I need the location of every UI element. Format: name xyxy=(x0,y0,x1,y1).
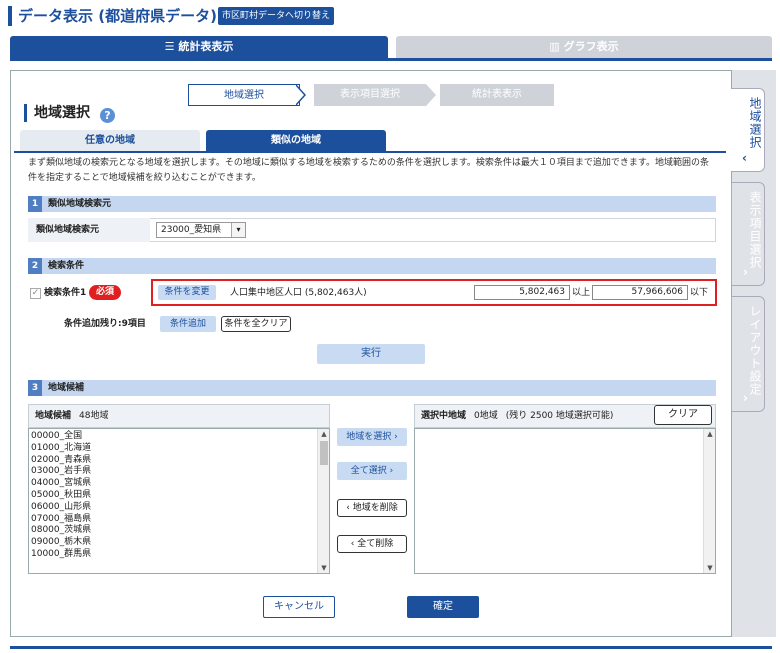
page-title: データ表示 (都道府県データ) xyxy=(18,7,217,25)
delete-all-label: 全て削除 xyxy=(357,539,394,549)
min-unit: 以上 xyxy=(572,288,591,298)
section-number: 2 xyxy=(28,258,42,274)
chevron-right-icon: › xyxy=(743,265,749,279)
tab-any-region[interactable]: 任意の地域 xyxy=(20,130,200,152)
candidate-list[interactable]: 00000_全国 01000_北海道 02000_青森県 03000_岩手県 04000… xyxy=(28,428,330,574)
section-number: 3 xyxy=(28,380,42,396)
add-condition-button[interactable]: 条件追加 xyxy=(160,316,216,332)
chevron-right-icon: › xyxy=(743,391,749,405)
select-region-button[interactable]: 地域を選択 › xyxy=(337,428,407,446)
list-item[interactable]: 08000_茨城県 xyxy=(31,525,329,537)
select-region-label: 地域を選択 xyxy=(346,432,392,442)
tab-statistics-table-label: 統計表表示 xyxy=(178,40,234,53)
section-accent-bar xyxy=(24,104,27,122)
list-item[interactable]: 04000_宮城県 xyxy=(31,478,329,490)
step-table-display: 統計表表示 xyxy=(440,84,554,106)
section-header-label: 地域候補 xyxy=(48,383,85,393)
clear-selected-button[interactable]: クリア xyxy=(654,405,712,425)
chevron-left-icon: ‹ xyxy=(346,503,350,513)
scroll-up-icon[interactable]: ▲ xyxy=(318,429,330,439)
selected-list[interactable]: ▲ ▼ xyxy=(414,428,716,574)
section-header-search-conditions: 2 検索条件 xyxy=(28,258,716,274)
bar-chart-icon: ▥ xyxy=(549,40,564,53)
delete-region-button[interactable]: ‹ 地域を削除 xyxy=(337,499,407,517)
chevron-right-icon: › xyxy=(389,466,394,476)
side-tab-items-label: 表示項目選択 xyxy=(748,191,762,269)
delete-region-label: 地域を削除 xyxy=(352,503,398,513)
tab-divider xyxy=(10,58,772,61)
cancel-button[interactable]: キャンセル xyxy=(263,596,335,618)
list-item[interactable]: 01000_北海道 xyxy=(31,443,329,455)
required-badge: 必須 xyxy=(89,285,121,300)
tab-graph[interactable]: ▥ グラフ表示 xyxy=(396,36,772,58)
chevron-right-icon: › xyxy=(394,432,398,442)
condition-checkbox[interactable]: ✓ xyxy=(30,288,41,299)
section-title: 地域選択 xyxy=(34,105,90,121)
tab-similar-region[interactable]: 類似の地域 xyxy=(206,130,386,152)
table-icon: ☰ xyxy=(164,40,179,53)
subtab-divider xyxy=(14,151,726,153)
step-arrow xyxy=(426,84,436,106)
scrollbar[interactable]: ▲ ▼ xyxy=(703,429,715,573)
select-all-label: 全て選択 xyxy=(350,466,387,476)
list-item[interactable]: 00000_全国 xyxy=(31,431,329,443)
tab-statistics-table[interactable]: ☰ 統計表表示 xyxy=(10,36,388,58)
max-unit: 以下 xyxy=(690,288,709,298)
step-arrow-inner xyxy=(295,85,304,105)
tab-graph-label: グラフ表示 xyxy=(563,40,619,53)
clear-conditions-button[interactable]: 条件を全クリア xyxy=(221,316,291,332)
side-tab-layout[interactable]: レイアウト設定 › xyxy=(731,296,765,412)
delete-all-button[interactable]: ‹ 全て削除 xyxy=(337,535,407,553)
list-item[interactable]: 06000_山形県 xyxy=(31,502,329,514)
scroll-up-icon[interactable]: ▲ xyxy=(704,429,716,439)
condition-text: 人口集中地区人口 (5,802,463人) xyxy=(230,288,367,298)
source-select-value: 23000_愛知県 xyxy=(161,225,222,235)
candidate-count: 48地域 xyxy=(79,411,109,421)
scroll-thumb[interactable] xyxy=(320,441,328,465)
source-label: 類似地域検索元 xyxy=(28,218,150,242)
section-header-similar-source: 1 類似地域検索元 xyxy=(28,196,716,212)
chevron-left-icon: ‹ xyxy=(350,539,355,549)
section-header-label: 類似地域検索元 xyxy=(48,199,112,209)
selected-list-title: 選択中地域 xyxy=(421,411,467,421)
list-item[interactable]: 03000_岩手県 xyxy=(31,466,329,478)
execute-button[interactable]: 実行 xyxy=(317,344,425,364)
chevron-left-icon: ‹ xyxy=(742,151,748,165)
step-region-select: 地域選択 xyxy=(188,84,300,106)
confirm-button[interactable]: 確定 xyxy=(407,596,479,618)
selected-remaining: (残り 2500 地域選択可能) xyxy=(505,411,614,421)
change-condition-button[interactable]: 条件を変更 xyxy=(158,285,216,300)
switch-municipal-button[interactable]: 市区町村データへ切り替え xyxy=(218,7,335,25)
max-value-input[interactable]: 57,966,606 xyxy=(592,285,688,300)
candidate-list-title: 地域候補 xyxy=(35,411,72,421)
scroll-down-icon[interactable]: ▼ xyxy=(318,563,330,573)
list-item[interactable]: 09000_栃木県 xyxy=(31,537,329,549)
candidate-list-header: 地域候補 48地域 xyxy=(28,404,330,428)
scroll-down-icon[interactable]: ▼ xyxy=(704,563,716,573)
remaining-conditions: 条件追加残り:9項目 xyxy=(64,319,146,329)
description: まず類似地域の検索元となる地域を選択します。その地域に類似する地域を検索するため… xyxy=(28,158,710,183)
section-header-candidates: 3 地域候補 xyxy=(28,380,716,396)
list-item[interactable]: 07000_福島県 xyxy=(31,514,329,526)
title-accent-bar xyxy=(8,6,12,26)
side-tab-region[interactable]: 地域選択 ‹ xyxy=(731,88,765,172)
side-tab-items[interactable]: 表示項目選択 › xyxy=(731,182,765,286)
step-item-select: 表示項目選択 xyxy=(314,84,426,106)
selected-count: 0地域 xyxy=(474,411,498,421)
section-number: 1 xyxy=(28,196,42,212)
condition-label: 検索条件1 xyxy=(44,288,87,298)
select-all-button[interactable]: 全て選択 › xyxy=(337,462,407,480)
section-header-label: 検索条件 xyxy=(48,261,85,271)
bottom-divider xyxy=(10,646,772,649)
chevron-down-icon: ▾ xyxy=(231,223,245,237)
help-icon[interactable]: ? xyxy=(100,108,115,123)
list-item[interactable]: 05000_秋田県 xyxy=(31,490,329,502)
source-select[interactable]: 23000_愛知県 ▾ xyxy=(156,222,246,238)
min-value-input[interactable]: 5,802,463 xyxy=(474,285,570,300)
list-item[interactable]: 02000_青森県 xyxy=(31,455,329,467)
scrollbar[interactable]: ▲ ▼ xyxy=(317,429,329,573)
side-tab-layout-label: レイアウト設定 xyxy=(748,305,762,396)
side-tab-region-label: 地域選択 xyxy=(748,97,762,149)
list-item[interactable]: 10000_群馬県 xyxy=(31,549,329,561)
